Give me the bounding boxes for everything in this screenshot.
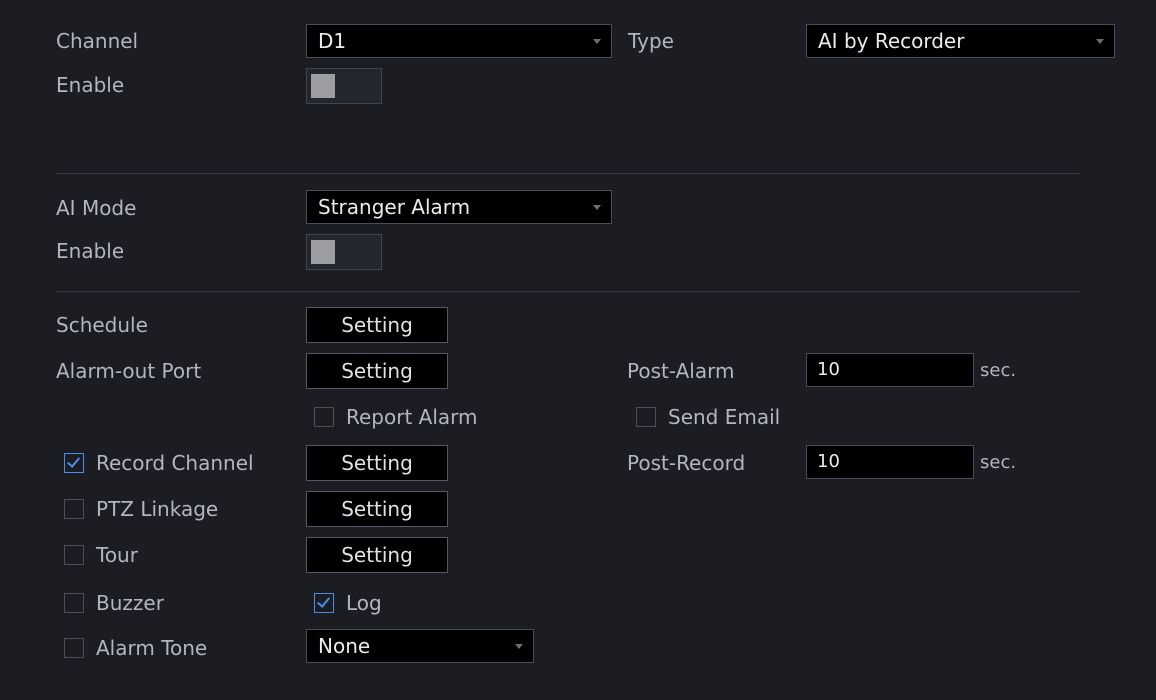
tour-label: Tour <box>96 543 138 567</box>
post-alarm-input[interactable]: 10 <box>806 353 974 387</box>
alarm-tone-value: None <box>318 634 371 658</box>
chevron-down-icon <box>593 205 601 210</box>
post-record-unit: sec. <box>980 452 1017 473</box>
schedule-label: Schedule <box>56 313 148 337</box>
type-value: AI by Recorder <box>818 29 965 53</box>
post-record-input[interactable]: 10 <box>806 445 974 479</box>
type-select[interactable]: AI by Recorder <box>806 24 1115 58</box>
schedule-setting-button[interactable]: Setting <box>306 307 448 343</box>
tour-checkbox[interactable] <box>64 545 84 565</box>
channel-select[interactable]: D1 <box>306 24 612 58</box>
type-label: Type <box>628 29 674 53</box>
ai-mode-value: Stranger Alarm <box>318 195 471 219</box>
send-email-checkbox[interactable] <box>636 407 656 427</box>
send-email-label: Send Email <box>668 405 781 429</box>
enable-label: Enable <box>56 73 125 97</box>
report-alarm-checkbox[interactable] <box>314 407 334 427</box>
chevron-down-icon <box>593 39 601 44</box>
buzzer-checkbox[interactable] <box>64 593 84 613</box>
toggle-knob <box>311 240 335 264</box>
record-channel-setting-button[interactable]: Setting <box>306 445 448 481</box>
enable-toggle[interactable] <box>306 68 382 104</box>
post-record-label: Post-Record <box>627 451 746 475</box>
ai-mode-select[interactable]: Stranger Alarm <box>306 190 612 224</box>
alarm-out-port-label: Alarm-out Port <box>56 359 202 383</box>
ptz-linkage-setting-button[interactable]: Setting <box>306 491 448 527</box>
log-checkbox[interactable] <box>314 593 334 613</box>
post-alarm-unit: sec. <box>980 360 1017 381</box>
toggle-knob <box>311 74 335 98</box>
channel-value: D1 <box>318 29 347 53</box>
divider <box>56 173 1080 174</box>
chevron-down-icon <box>515 644 523 649</box>
enable-label: Enable <box>56 239 125 263</box>
alarm-out-setting-button[interactable]: Setting <box>306 353 448 389</box>
alarm-tone-select[interactable]: None <box>306 629 534 663</box>
ai-mode-label: AI Mode <box>56 196 137 220</box>
report-alarm-label: Report Alarm <box>346 405 478 429</box>
record-channel-checkbox[interactable] <box>64 453 84 473</box>
ptz-linkage-label: PTZ Linkage <box>96 497 219 521</box>
tour-setting-button[interactable]: Setting <box>306 537 448 573</box>
ptz-linkage-checkbox[interactable] <box>64 499 84 519</box>
alarm-tone-checkbox[interactable] <box>64 638 84 658</box>
record-channel-label: Record Channel <box>96 451 254 475</box>
log-label: Log <box>346 591 382 615</box>
alarm-tone-label: Alarm Tone <box>96 636 208 660</box>
buzzer-label: Buzzer <box>96 591 164 615</box>
chevron-down-icon <box>1096 39 1104 44</box>
divider <box>56 291 1080 292</box>
post-alarm-label: Post-Alarm <box>627 359 735 383</box>
channel-label: Channel <box>56 29 139 53</box>
enable-toggle[interactable] <box>306 234 382 270</box>
